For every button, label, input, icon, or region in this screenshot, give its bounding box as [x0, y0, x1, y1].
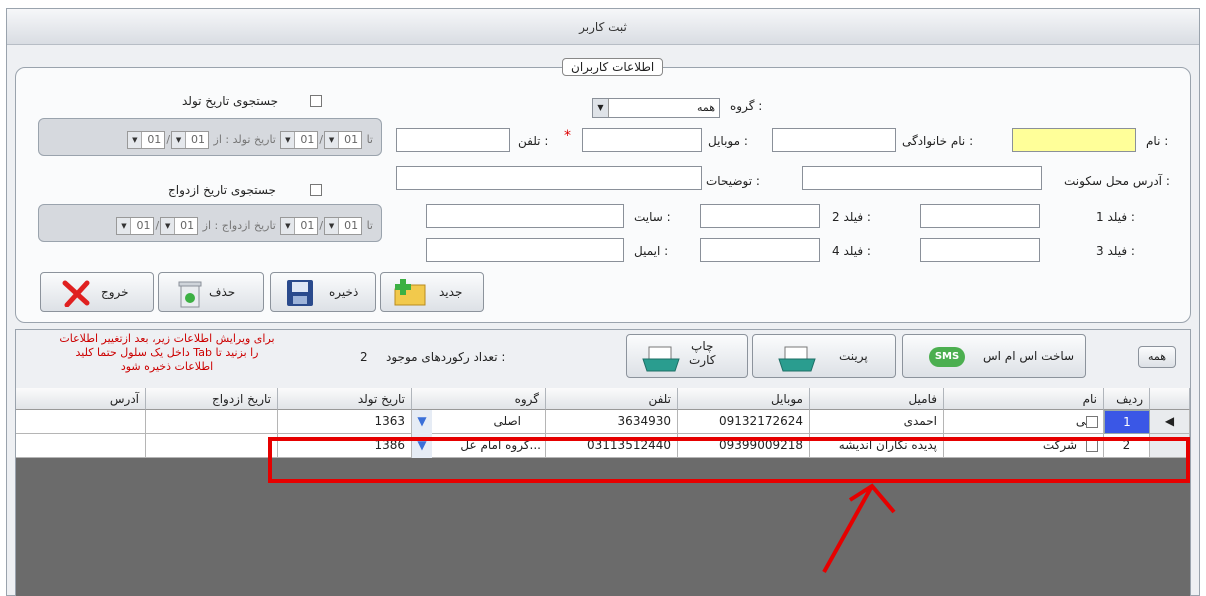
date-part[interactable]: ▼ 01	[160, 217, 199, 235]
column-header-mobile[interactable]: موبایل	[678, 388, 810, 410]
address-label: آدرس محل سکونت :	[1064, 174, 1170, 188]
column-header-group[interactable]: گروه	[412, 388, 546, 410]
family-cell[interactable]: احمدی	[810, 410, 944, 434]
sms-icon: SMS	[929, 347, 965, 367]
folder-add-icon	[394, 279, 426, 306]
column-header-address[interactable]: آدرس	[16, 388, 146, 410]
birth-search-checkbox[interactable]	[310, 95, 322, 107]
date-part[interactable]: ▼ 01	[116, 217, 155, 235]
marriage-date-prefix: تاریخ ازدواج : از	[202, 219, 276, 232]
address-cell[interactable]	[16, 410, 146, 434]
column-header-birth[interactable]: تاریخ تولد	[278, 388, 412, 410]
column-header-phone[interactable]: تلفن	[546, 388, 678, 410]
date-part[interactable]: ▼ 01	[280, 131, 319, 149]
grid-toolbar: برای ویرایش اطلاعات زیر، بعد ازتغییر اطل…	[16, 330, 1190, 388]
marriage-search-checkbox[interactable]	[310, 184, 322, 196]
highlight-box	[268, 437, 1190, 483]
row-checkbox[interactable]	[1086, 416, 1098, 428]
row-selector-header	[1150, 388, 1190, 410]
marriage-date-range: ▼ 01/▼ 01 تا ▼ 01/▼ 01 تاریخ ازدواج : از	[38, 204, 382, 242]
field4-input[interactable]	[700, 238, 820, 262]
address-cell[interactable]	[16, 434, 146, 458]
exit-button[interactable]: خروج	[40, 272, 154, 312]
recycle-bin-icon	[178, 281, 202, 308]
edit-instruction-note: برای ویرایش اطلاعات زیر، بعد ازتغییر اطل…	[59, 332, 275, 373]
field4-label: فیلد 4 :	[832, 244, 871, 258]
print-card-button[interactable]: چاپ کارت	[626, 334, 748, 378]
printer-icon	[642, 346, 680, 372]
date-part[interactable]: ▼ 01	[280, 217, 319, 235]
name-field[interactable]	[1012, 128, 1136, 152]
column-header-family[interactable]: فامیل	[810, 388, 944, 410]
group-cell[interactable]: اصلی	[412, 410, 546, 434]
birth-search-label: جستجوی تاریخ تولد	[182, 94, 279, 108]
phone-label: تلفن :	[518, 134, 549, 148]
marriage-cell[interactable]	[146, 434, 278, 458]
chevron-down-icon[interactable]: ▼	[412, 410, 432, 434]
field1-input[interactable]	[920, 204, 1040, 228]
floppy-disk-icon	[287, 280, 313, 306]
email-label: ایمیل :	[634, 244, 669, 258]
record-count-label: تعداد رکوردهای موجود :	[386, 350, 506, 364]
description-label: توضیحات :	[706, 174, 760, 188]
required-mark: *	[564, 128, 571, 144]
field2-label: فیلد 2 :	[832, 210, 871, 224]
chevron-down-icon[interactable]: ▼	[593, 99, 609, 117]
phone-field[interactable]	[396, 128, 510, 152]
all-button[interactable]: همه	[1138, 346, 1176, 368]
site-input[interactable]	[426, 204, 624, 228]
mobile-field[interactable]	[582, 128, 702, 152]
name-label: نام :	[1146, 134, 1169, 148]
description-field[interactable]	[396, 166, 702, 190]
column-header-row[interactable]: ردیف	[1104, 388, 1150, 410]
mobile-label: موبایل :	[708, 134, 748, 148]
record-count: 2	[360, 350, 368, 364]
birth-date-prefix: تاریخ تولد : از	[213, 133, 276, 146]
family-field[interactable]	[772, 128, 896, 152]
column-header-name[interactable]: نام	[944, 388, 1104, 410]
save-button[interactable]: ذخیره	[270, 272, 376, 312]
delete-button[interactable]: حذف	[158, 272, 264, 312]
user-registration-window: ثبت کاربر اطلاعات کاربران گروه : ▼ همه ج…	[6, 8, 1200, 596]
birth-date-range: ▼ 01/▼ 01 تا ▼ 01/▼ 01 تاریخ تولد : از	[38, 118, 382, 156]
row-number[interactable]: 1	[1104, 410, 1150, 434]
field3-input[interactable]	[920, 238, 1040, 262]
phone-cell[interactable]: 3634930	[546, 410, 678, 434]
family-label: نام خانوادگی :	[902, 134, 974, 148]
group-select[interactable]: ▼ همه	[592, 98, 720, 118]
printer-icon	[778, 346, 816, 372]
email-input[interactable]	[426, 238, 624, 262]
new-button[interactable]: جدید	[380, 272, 484, 312]
date-part[interactable]: ▼ 01	[324, 131, 363, 149]
groupbox-legend: اطلاعات کاربران	[562, 58, 664, 76]
marriage-cell[interactable]	[146, 410, 278, 434]
column-header-marriage[interactable]: تاریخ ازدواج	[146, 388, 278, 410]
field3-label: فیلد 3 :	[1096, 244, 1135, 258]
field1-label: فیلد 1 :	[1096, 210, 1135, 224]
user-info-groupbox: اطلاعات کاربران گروه : ▼ همه جستجوی تاری…	[15, 58, 1191, 323]
mobile-cell[interactable]: 09132172624	[678, 410, 810, 434]
field2-input[interactable]	[700, 204, 820, 228]
date-part[interactable]: ▼ 01	[171, 131, 210, 149]
site-label: سایت :	[634, 210, 671, 224]
make-sms-button[interactable]: ساخت اس ام اس SMS	[902, 334, 1086, 378]
date-part[interactable]: ▼ 01	[324, 217, 363, 235]
marriage-search-label: جستجوی تاریخ ازدواج	[168, 183, 276, 197]
name-cell[interactable]: علی	[944, 410, 1104, 434]
birth-cell[interactable]: 1363	[278, 410, 412, 434]
date-part[interactable]: ▼ 01	[127, 131, 166, 149]
group-label: گروه :	[730, 99, 763, 113]
close-icon	[62, 280, 90, 307]
arrow-annotation-icon	[822, 483, 896, 573]
window-title: ثبت کاربر	[7, 9, 1199, 45]
print-button[interactable]: پرینت	[752, 334, 896, 378]
address-field[interactable]	[802, 166, 1042, 190]
row-pointer-icon[interactable]: ◀	[1150, 410, 1190, 434]
